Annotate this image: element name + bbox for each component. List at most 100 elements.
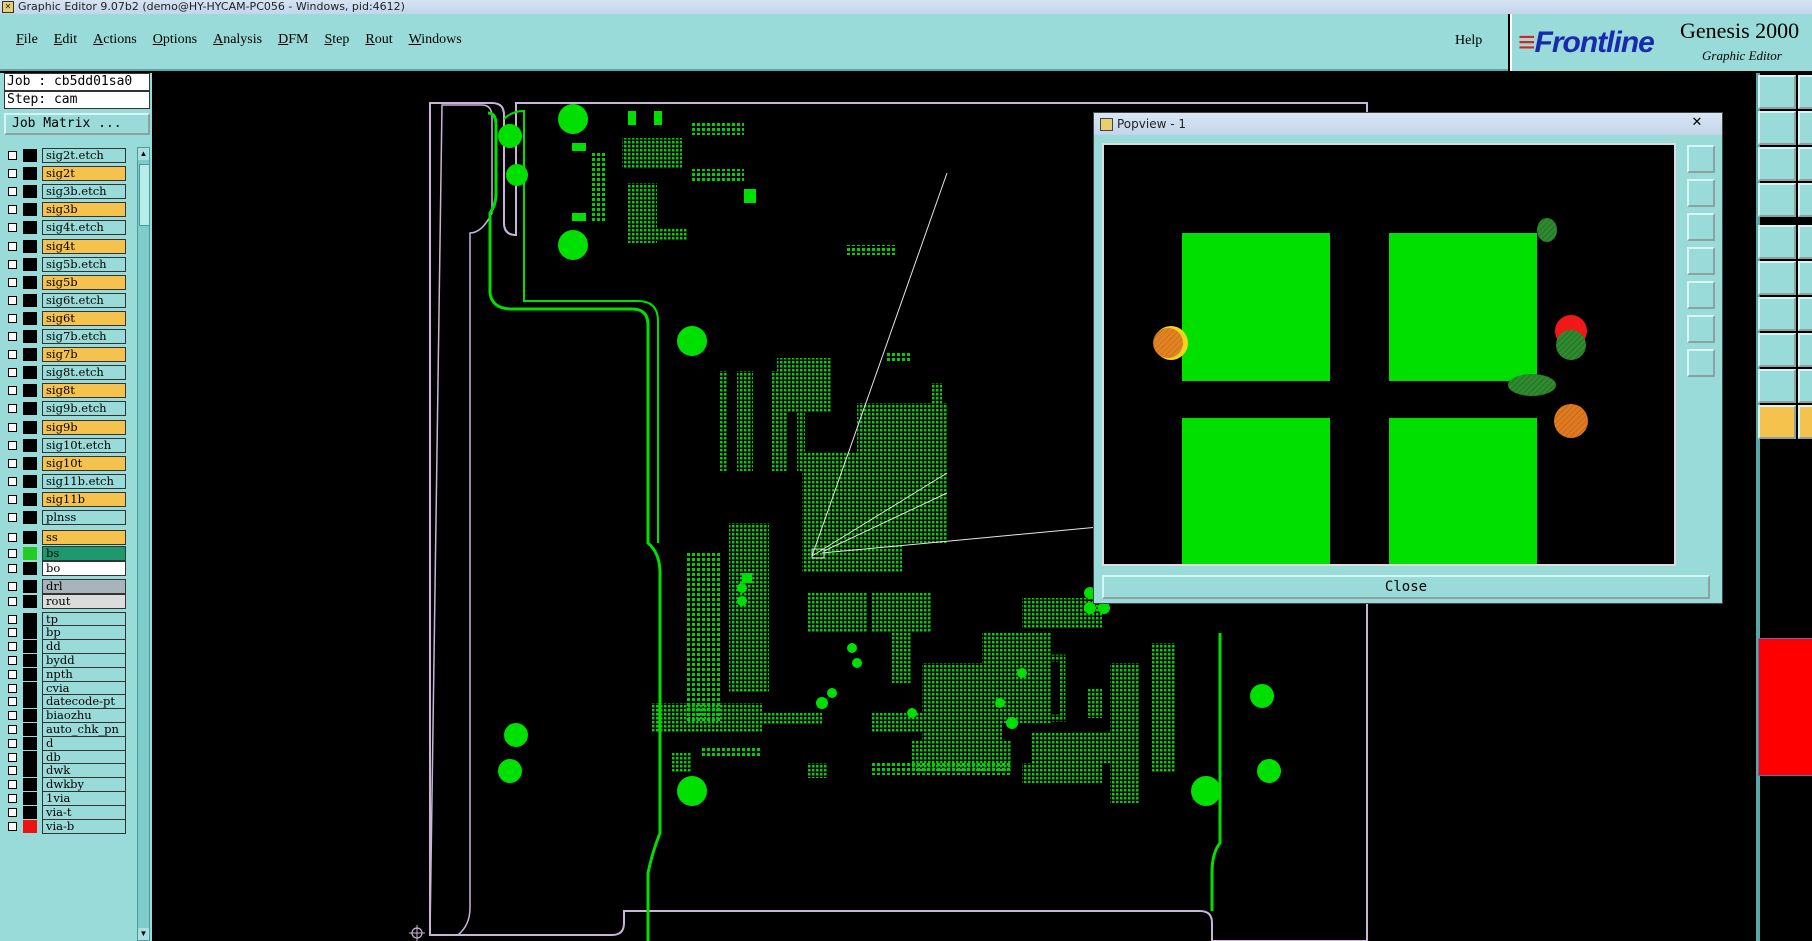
menu-windows[interactable]: Windows [401,32,470,48]
layer-checkbox[interactable] [8,404,17,414]
layer-name[interactable]: sig6t [42,310,126,326]
tool-zoom-fit-icon[interactable] [1758,147,1796,181]
tool-aux-2[interactable] [1798,111,1812,145]
job-matrix-button[interactable]: Job Matrix ... [4,113,150,135]
layer-color-swatch[interactable] [23,384,37,398]
tool-select-cursor-icon[interactable] [1758,405,1796,439]
layer-color-swatch[interactable] [23,221,37,235]
layer-color-swatch[interactable] [23,330,37,343]
tool-snap-icon[interactable] [1758,333,1796,367]
layer-checkbox[interactable] [8,752,17,762]
layer-checkbox[interactable] [8,597,17,607]
layer-color-swatch[interactable] [23,293,37,307]
layer-name[interactable]: sig9b.etch [42,401,126,417]
scrollbar-thumb[interactable] [139,164,150,226]
popview-pan-up-icon[interactable] [1687,179,1715,207]
layer-row[interactable]: sig3b [4,201,126,218]
tool-feature-icon[interactable] [1758,225,1796,259]
popview-close-icon[interactable]: ✕ [1678,115,1716,131]
layer-row[interactable]: sig11b [4,491,126,508]
layer-name[interactable]: sig5b.etch [42,256,126,272]
layer-checkbox[interactable] [8,440,17,450]
layer-checkbox[interactable] [8,332,17,341]
layer-name[interactable]: drl [42,578,126,594]
layer-row[interactable]: sig2t.etch [4,147,126,164]
layer-name[interactable]: sig2t [42,166,126,182]
layer-row[interactable]: sig6t.etch [4,292,126,309]
layer-color-swatch[interactable] [23,257,37,271]
layer-checkbox[interactable] [8,386,17,396]
layer-row[interactable]: sig6t [4,310,126,327]
layer-checkbox[interactable] [8,725,17,734]
layer-name[interactable]: bo [42,561,126,577]
layer-name[interactable]: sig8t.etch [42,365,126,381]
layer-name[interactable]: sig5b [42,274,126,290]
layer-checkbox[interactable] [8,614,17,624]
layer-name[interactable]: sig3b.etch [42,184,126,200]
layer-name[interactable]: sig11b [42,491,126,507]
layer-name[interactable]: ss [42,530,126,546]
layer-checkbox[interactable] [8,169,17,179]
layer-color-swatch[interactable] [23,420,37,434]
layer-color-swatch[interactable] [23,579,37,593]
menu-analysis[interactable]: Analysis [205,32,270,48]
layer-color-swatch[interactable] [23,492,37,506]
popview-zoom-fit-icon[interactable] [1687,349,1715,377]
layer-checkbox[interactable] [8,628,17,638]
tool-aux-1[interactable] [1798,75,1812,109]
popview-zoom-window-icon[interactable] [1687,145,1715,173]
layer-color-swatch[interactable] [23,203,37,217]
layer-name[interactable]: sig10t [42,455,126,471]
layer-name[interactable]: sig7b.etch [42,329,126,344]
layer-color-swatch[interactable] [23,562,37,576]
tool-pan-icon[interactable] [1758,111,1796,145]
layer-color-swatch[interactable] [23,311,37,325]
layer-name[interactable]: rout [42,594,126,610]
layer-row[interactable]: sig11b.etch [4,473,126,490]
layer-checkbox[interactable] [8,476,17,486]
menu-edit[interactable]: Edit [46,32,85,48]
layer-name[interactable]: via-b [42,818,126,834]
scroll-up-icon[interactable]: ▲ [138,148,149,160]
popview-titlebar[interactable]: Popview - 1 ✕ [1094,113,1722,135]
layer-checkbox[interactable] [8,766,17,776]
layer-color-swatch[interactable] [23,595,37,609]
layer-row[interactable]: sig4t.etch [4,219,126,236]
layer-row[interactable]: sig9b.etch [4,400,126,417]
layer-color-swatch[interactable] [23,275,37,289]
layer-row[interactable]: sig8t [4,382,126,399]
layer-color-swatch[interactable] [23,149,37,162]
layer-name[interactable]: plnss [42,510,126,525]
layer-checkbox[interactable] [8,548,17,558]
layer-checkbox[interactable] [8,794,17,803]
layer-checkbox[interactable] [8,350,17,360]
popview-pan-right-icon[interactable] [1687,281,1715,309]
tool-aux-9[interactable] [1798,369,1812,403]
tool-aux-8[interactable] [1798,333,1812,367]
layer-color-swatch[interactable] [23,511,37,524]
layer-checkbox[interactable] [8,422,17,432]
layer-row[interactable]: drl [4,578,126,595]
layer-checkbox[interactable] [8,821,17,831]
layer-checkbox[interactable] [8,807,17,817]
layer-checkbox[interactable] [8,669,17,679]
scroll-down-icon[interactable]: ▼ [138,928,149,940]
tool-angle-icon[interactable] [1758,297,1796,331]
layer-row[interactable]: sig5b [4,274,126,291]
layer-checkbox[interactable] [8,223,17,233]
menu-options[interactable]: Options [145,32,205,48]
layer-color-swatch[interactable] [23,474,37,488]
layer-name[interactable]: sig4t.etch [42,220,126,236]
layer-name[interactable]: sig4t [42,238,126,254]
tool-net-icon[interactable] [1758,261,1796,295]
layer-checkbox[interactable] [8,368,17,378]
menu-rout[interactable]: Rout [357,32,400,48]
layer-checkbox[interactable] [8,205,17,215]
layer-name[interactable]: sig2t.etch [42,148,126,163]
layer-row[interactable]: via-b [4,818,126,835]
layer-checkbox[interactable] [8,295,17,305]
layer-row[interactable]: sig5b.etch [4,256,126,273]
layer-checkbox[interactable] [8,313,17,323]
tool-aux-10[interactable] [1798,405,1812,439]
layer-checkbox[interactable] [8,780,17,790]
